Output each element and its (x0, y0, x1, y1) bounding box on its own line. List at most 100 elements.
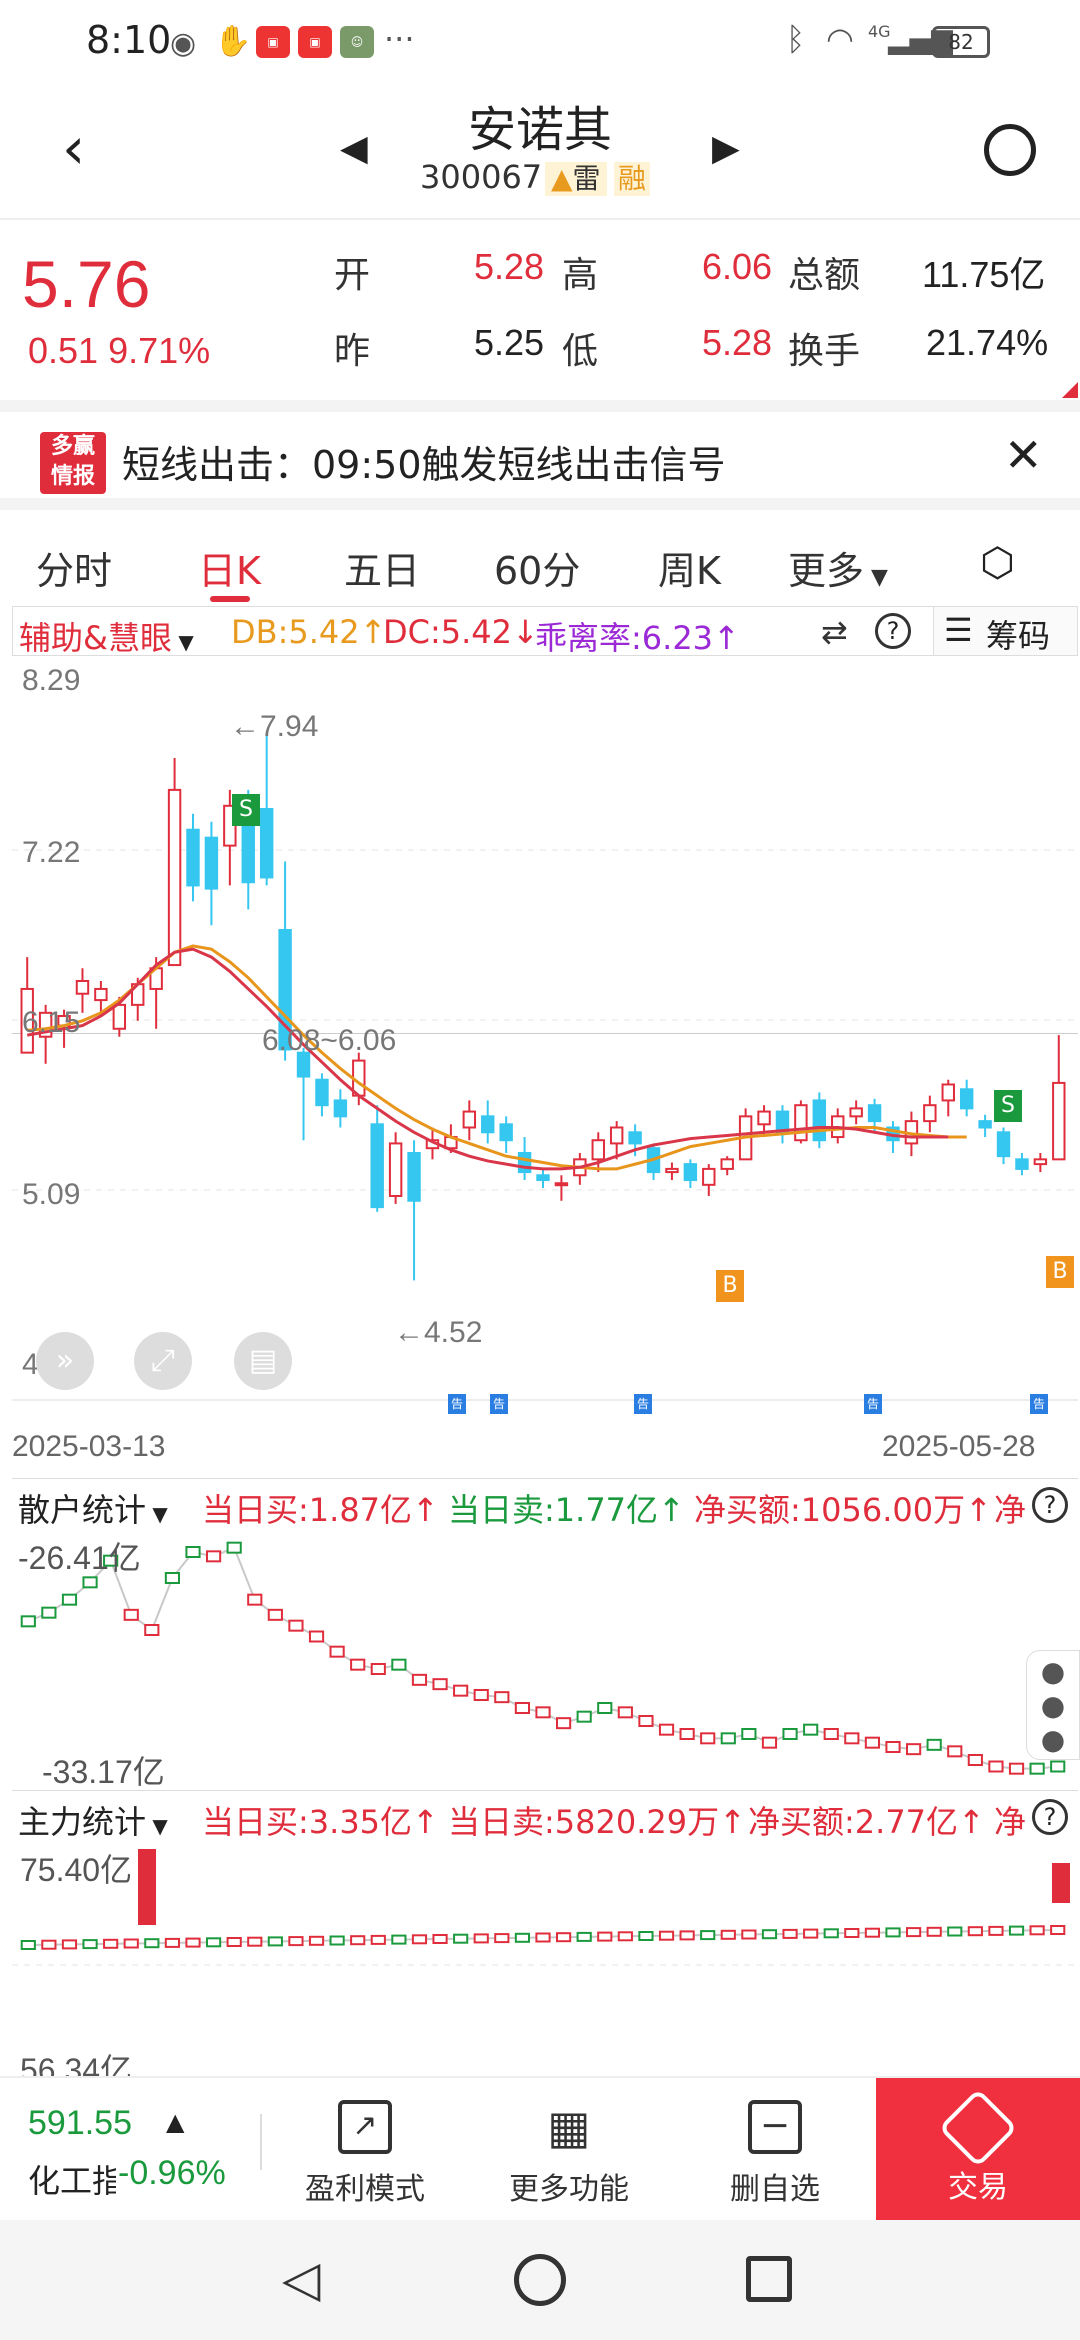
main-force-selector[interactable]: 主力统计 ▼ (18, 1797, 168, 1843)
more-functions-button[interactable]: ▦ 更多功能 (484, 2100, 654, 2208)
retail-title: 散户统计 (18, 1491, 147, 1529)
main-force-bar (391, 1934, 407, 1945)
turnover-value: 21.74% (926, 322, 1049, 363)
main-force-bar (432, 1934, 448, 1944)
retail-bar (864, 1736, 881, 1749)
low-value: 5.28 (702, 322, 773, 363)
sector-index[interactable]: 591.55 ▲ 化工指 -0.96% (28, 2104, 258, 2204)
main-force-bar (144, 1938, 160, 1949)
retail-bar (41, 1606, 57, 1619)
help-icon[interactable]: ? (1032, 1487, 1068, 1523)
tab-weekly-k[interactable]: 周K (658, 540, 721, 595)
buy-signal-marker[interactable]: B (716, 1270, 744, 1302)
tab-intraday[interactable]: 分时 (36, 540, 112, 595)
retail-bar (1050, 1760, 1066, 1773)
retail-bar (679, 1728, 695, 1740)
remove-watchlist-button[interactable]: − 删自选 (690, 2100, 860, 2208)
profit-mode-button[interactable]: ↗ 盈利模式 (280, 2100, 450, 2208)
kline-chart[interactable]: 8.29 7.22 6.15 5.09 4.02 ←7.94 ←4.52 6.0… (12, 656, 1078, 1463)
candle-body (591, 1139, 605, 1161)
candle-body (923, 1104, 937, 1123)
buy-signal-marker[interactable]: B (1046, 1256, 1074, 1288)
triangle-up-icon: ▲ (166, 2108, 185, 2136)
retail-bar (638, 1715, 654, 1727)
main-force-spike-bar (1052, 1863, 1070, 1903)
stock-code: 300067 (420, 158, 543, 196)
help-icon[interactable]: ? (1032, 1799, 1068, 1835)
chevron-down-icon: ▼ (171, 630, 194, 654)
indicator-selector[interactable]: 辅助&慧眼 ▼ (19, 613, 194, 659)
signal-alert-banner[interactable]: 多赢 情报 短线出击：09:50触发短线出击信号 ✕ (0, 400, 1080, 510)
battery-icon: 82 (932, 26, 990, 58)
close-icon[interactable]: ✕ (1004, 428, 1043, 482)
main-force-bar (885, 1927, 901, 1938)
quote-panel: 5.76 0.51 9.71% 开 5.28 高 6.06 总额 11.75亿 … (0, 222, 1080, 400)
expand-corner-icon[interactable] (1062, 382, 1078, 398)
search-icon[interactable] (984, 124, 1036, 176)
notice-marker[interactable]: 告 (448, 1394, 466, 1414)
swap-icon[interactable]: ⇄ (821, 613, 848, 651)
retail-bar (535, 1706, 551, 1719)
y-axis-label: 8.29 (22, 664, 81, 697)
app-notification-icon: ▣ (298, 26, 332, 58)
main-force-bar (411, 1934, 428, 1945)
change-percent: 9.71% (108, 330, 211, 371)
main-force-bar (947, 1926, 963, 1937)
main-force-bar (658, 1930, 675, 1941)
chart-tool-icon[interactable]: ▤ (234, 1332, 292, 1390)
fullscreen-icon[interactable]: ⤢ (134, 1332, 192, 1390)
main-force-bar (1029, 1925, 1045, 1936)
notice-marker[interactable]: 告 (864, 1394, 882, 1414)
main-force-bar (988, 1925, 1004, 1936)
retail-bar (617, 1706, 633, 1719)
retail-selector[interactable]: 散户统计 ▼ (18, 1485, 168, 1531)
retail-bar (185, 1546, 201, 1558)
help-icon[interactable]: ? (875, 613, 911, 649)
candle-body (665, 1167, 679, 1174)
chart-trend-icon: ↗ (338, 2100, 392, 2154)
profit-mode-label: 盈利模式 (305, 2172, 425, 2207)
scroll-right-icon[interactable]: » (36, 1332, 94, 1390)
candle-body (554, 1182, 569, 1187)
main-force-bar (741, 1929, 757, 1940)
notice-marker[interactable]: 告 (634, 1394, 652, 1414)
recents-nav-icon[interactable] (746, 2256, 792, 2302)
retail-bar (329, 1645, 345, 1658)
retail-bar (226, 1541, 242, 1554)
risk-badge[interactable]: ▲雷 (545, 162, 607, 196)
chips-button[interactable]: ☰ 筹码 (933, 607, 1077, 655)
notice-marker[interactable]: 告 (1030, 1394, 1048, 1414)
divider (260, 2114, 262, 2170)
candle-body (186, 828, 200, 887)
retail-bar (411, 1673, 428, 1686)
retail-buy: 当日买:1.87亿↑ (202, 1491, 439, 1529)
main-force-bar (556, 1932, 572, 1943)
tab-60min[interactable]: 60分 (494, 540, 580, 595)
retail-bar (597, 1702, 613, 1714)
main-force-bar (700, 1930, 716, 1941)
retail-trend-line (27, 1546, 1058, 1770)
settings-icon[interactable]: ⬡ (980, 540, 1015, 586)
next-stock-icon[interactable]: ▶ (712, 128, 740, 169)
candle-body (812, 1099, 827, 1142)
main-force-bar (103, 1938, 119, 1949)
side-menu-handle[interactable]: ● ● ● (1026, 1650, 1080, 1760)
main-force-bar (720, 1929, 736, 1940)
main-force-bar (267, 1936, 283, 1947)
main-force-bar (453, 1933, 469, 1944)
notice-marker[interactable]: 告 (490, 1394, 508, 1414)
tab-more[interactable]: 更多 ▼ (788, 540, 888, 595)
home-nav-icon[interactable] (514, 2254, 566, 2306)
candle-body (996, 1131, 1011, 1158)
tab-five-day[interactable]: 五日 (344, 540, 420, 595)
trade-button[interactable]: 交易 (876, 2078, 1080, 2222)
candle-body (609, 1126, 624, 1145)
main-force-net: 净买额:2.77亿↑ (748, 1803, 985, 1841)
candle-body (333, 1099, 348, 1118)
sell-signal-marker[interactable]: S (232, 794, 260, 826)
tab-daily-k[interactable]: 日K (198, 540, 261, 595)
back-nav-icon[interactable]: ◁ (282, 2250, 320, 2308)
retail-bottom-label: -33.17亿 (42, 1754, 165, 1790)
status-time: 8:10 (86, 18, 172, 62)
sell-signal-marker[interactable]: S (994, 1090, 1022, 1122)
